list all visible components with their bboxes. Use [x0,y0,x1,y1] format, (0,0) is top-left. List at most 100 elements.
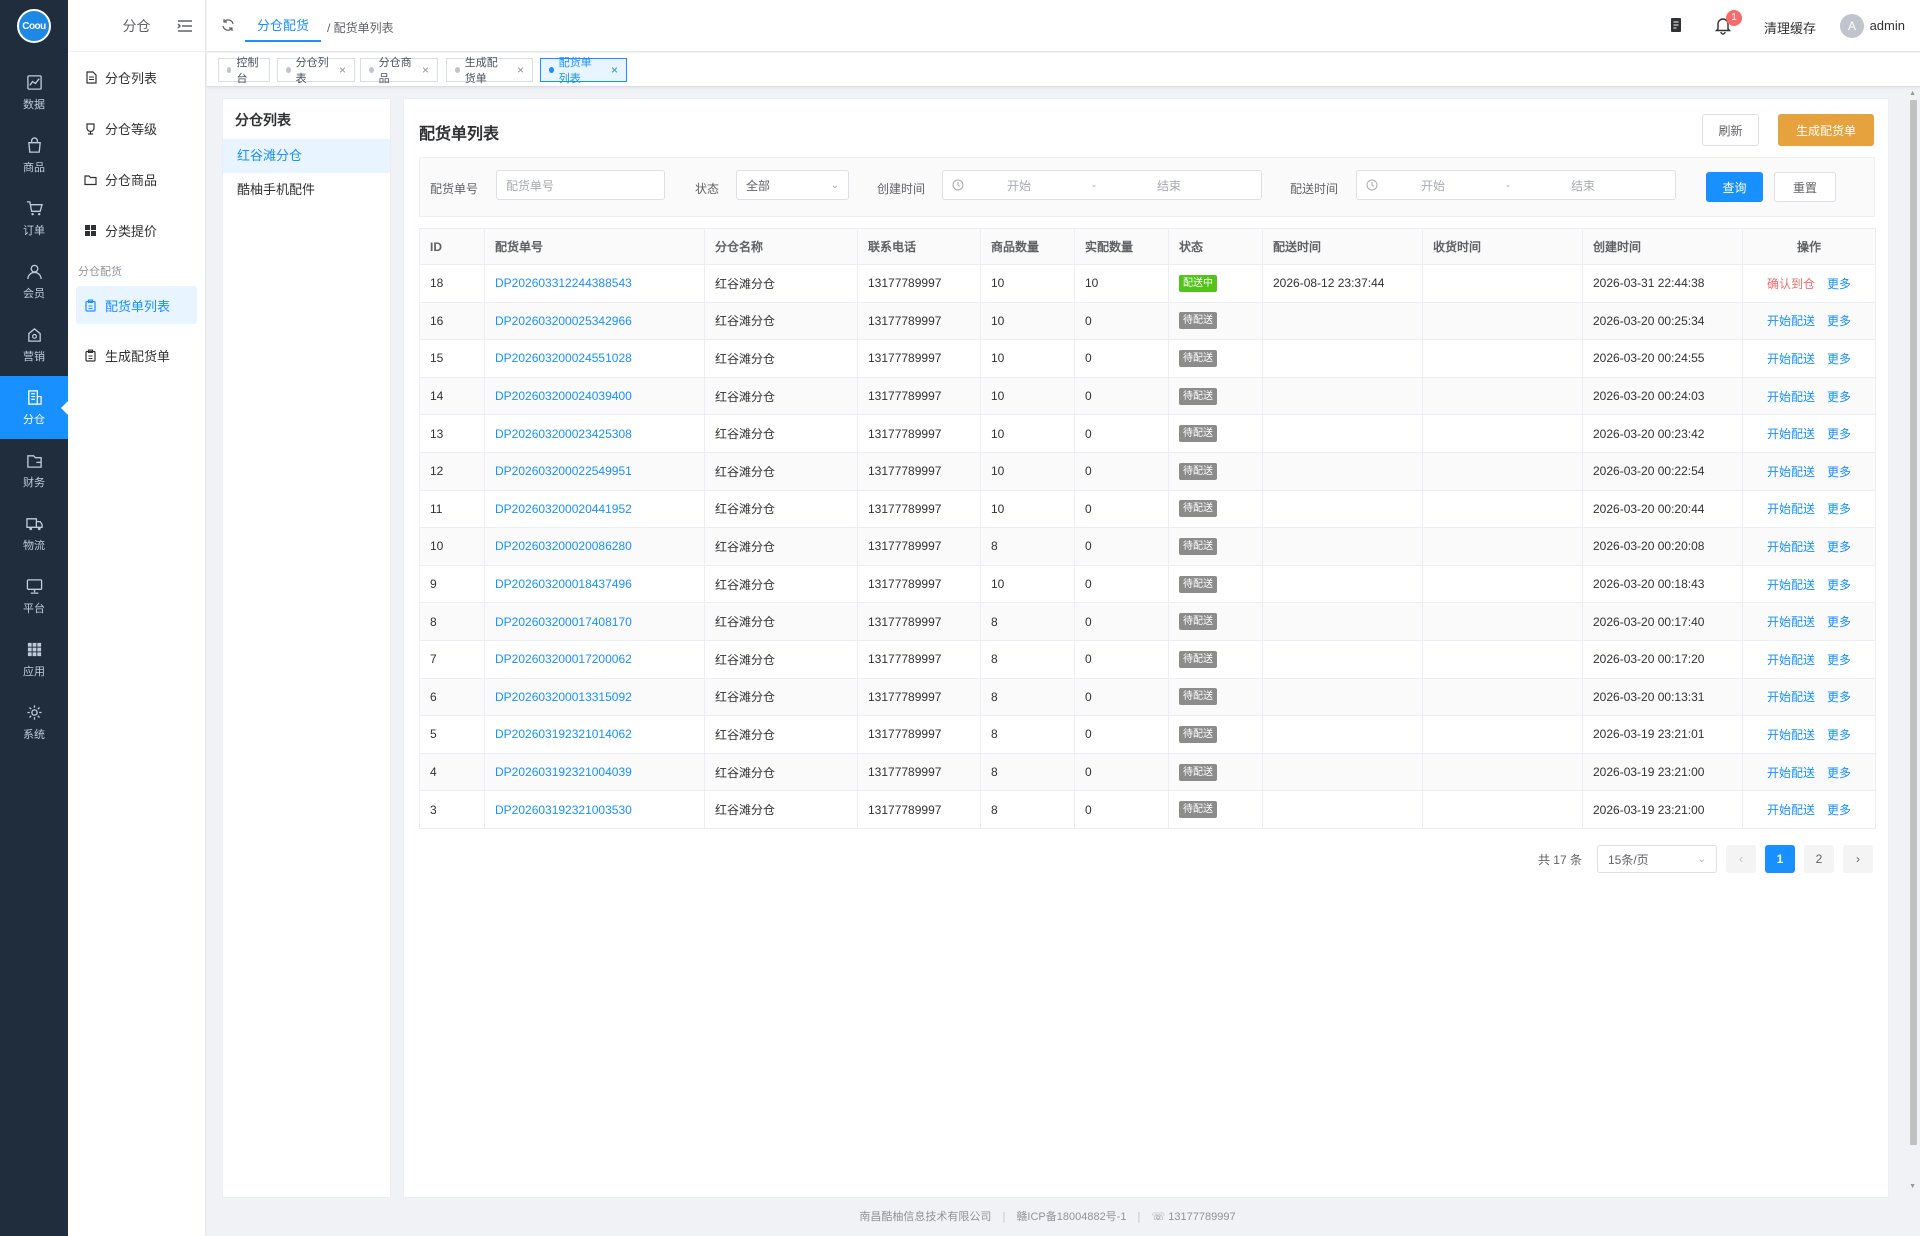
nav-rail-item-0[interactable]: 数据 [0,61,68,124]
more-link[interactable]: 更多 [1827,352,1851,366]
close-icon[interactable]: × [339,63,346,77]
order-code-link[interactable]: DP202603192321004039 [495,765,632,779]
row-action-link[interactable]: 开始配送 [1767,728,1815,742]
reset-button[interactable]: 重置 [1774,172,1836,202]
sub-nav-group-item-1[interactable]: 生成配货单 [68,330,205,381]
breadcrumb-parent[interactable]: 分仓配货 [245,0,322,42]
sub-nav-item-1[interactable]: 分仓等级 [68,103,205,154]
delivery-time-range[interactable]: 开始 - 结束 [1356,170,1676,200]
nav-rail-item-7[interactable]: 物流 [0,502,68,565]
more-link[interactable]: 更多 [1827,314,1851,328]
generate-order-button[interactable]: 生成配货单 [1778,114,1874,146]
next-page-button[interactable]: › [1843,845,1873,873]
page-button[interactable]: 1 [1765,845,1795,873]
row-action-link[interactable]: 开始配送 [1767,427,1815,441]
cell-warehouse: 红谷滩分仓 [704,301,858,341]
warehouse-item-0[interactable]: 红谷滩分仓 [223,139,390,173]
tab-item-4[interactable]: 配货单列表 × [540,57,627,85]
status-badge: 待配送 [1179,613,1217,631]
order-code-link[interactable]: DP202603200017200062 [495,652,632,666]
order-no-input[interactable]: 配货单号 [496,170,665,200]
more-link[interactable]: 更多 [1827,465,1851,479]
row-action-link[interactable]: 开始配送 [1767,690,1815,704]
more-link[interactable]: 更多 [1827,427,1851,441]
warehouse-item-1[interactable]: 酷柚手机配件 [223,173,390,207]
more-link[interactable]: 更多 [1827,390,1851,404]
row-action-link[interactable]: 开始配送 [1767,578,1815,592]
sub-nav-group-item-0[interactable]: 配货单列表 [76,286,197,324]
order-code-link[interactable]: DP202603312244388543 [495,276,632,290]
row-action-link[interactable]: 开始配送 [1767,653,1815,667]
row-action-link[interactable]: 开始配送 [1767,352,1815,366]
more-link[interactable]: 更多 [1827,502,1851,516]
more-link[interactable]: 更多 [1827,766,1851,780]
scrollbar-thumb[interactable] [1910,100,1917,1145]
sub-nav-item-0[interactable]: 分仓列表 [68,52,205,103]
brand-logo[interactable]: Coou [17,9,51,43]
row-action-link[interactable]: 开始配送 [1767,615,1815,629]
prev-page-button[interactable]: ‹ [1726,845,1756,873]
username[interactable]: admin [1870,18,1905,33]
nav-rail-item-4[interactable]: 营销 [0,313,68,376]
sub-nav-item-3[interactable]: 分类提价 [68,205,205,256]
order-code-link[interactable]: DP202603200022549951 [495,464,632,478]
nav-rail-item-9[interactable]: 应用 [0,628,68,691]
scroll-up-arrow[interactable]: ▲ [1909,90,1916,97]
more-link[interactable]: 更多 [1827,690,1851,704]
tab-item-2[interactable]: 分仓商品 × [360,57,438,85]
page-button[interactable]: 2 [1804,845,1834,873]
row-action-link[interactable]: 开始配送 [1767,766,1815,780]
nav-rail-item-1[interactable]: 商品 [0,124,68,187]
nav-rail-item-5[interactable]: 分仓 [0,376,68,439]
row-action-link[interactable]: 开始配送 [1767,502,1815,516]
order-code-link[interactable]: DP202603200018437496 [495,577,632,591]
order-code-link[interactable]: DP202603200013315092 [495,690,632,704]
order-code-link[interactable]: DP202603200023425308 [495,427,632,441]
row-action-link[interactable]: 开始配送 [1767,314,1815,328]
menu-collapse-icon[interactable] [175,16,195,36]
row-action-link[interactable]: 确认到仓 [1767,277,1815,291]
clear-cache-button[interactable]: 清理缓存 [1764,18,1816,37]
scroll-down-arrow[interactable]: ▼ [1909,1183,1916,1190]
row-action-link[interactable]: 开始配送 [1767,390,1815,404]
document-icon[interactable] [1667,16,1685,34]
nav-rail-item-10[interactable]: 系统 [0,691,68,754]
order-code-link[interactable]: DP202603200024551028 [495,351,632,365]
order-code-link[interactable]: DP202603200020086280 [495,539,632,553]
more-link[interactable]: 更多 [1827,277,1851,291]
status-select[interactable]: 全部 ⌄ [736,170,849,200]
row-action-link[interactable]: 开始配送 [1767,540,1815,554]
order-code-link[interactable]: DP202603200024039400 [495,389,632,403]
order-code-link[interactable]: DP202603200025342966 [495,314,632,328]
nav-rail-item-8[interactable]: 平台 [0,565,68,628]
tab-item-0[interactable]: 控制台 [218,57,270,85]
order-code-link[interactable]: DP202603200017408170 [495,615,632,629]
more-link[interactable]: 更多 [1827,653,1851,667]
row-action-link[interactable]: 开始配送 [1767,465,1815,479]
nav-rail-item-2[interactable]: 订单 [0,187,68,250]
row-action-link[interactable]: 开始配送 [1767,803,1815,817]
tab-item-1[interactable]: 分仓列表 × [277,57,355,85]
refresh-button[interactable]: 刷新 [1702,114,1759,146]
more-link[interactable]: 更多 [1827,540,1851,554]
page-size-select[interactable]: 15条/页 ⌄ [1597,845,1717,873]
close-icon[interactable]: × [517,63,524,77]
more-link[interactable]: 更多 [1827,578,1851,592]
query-button[interactable]: 查询 [1706,172,1763,202]
close-icon[interactable]: × [422,63,429,77]
nav-rail-item-3[interactable]: 会员 [0,250,68,313]
footer-icp[interactable]: 赣ICP备18004882号-1 [1016,1211,1126,1223]
more-link[interactable]: 更多 [1827,803,1851,817]
sub-nav-item-2[interactable]: 分仓商品 [68,154,205,205]
order-code-link[interactable]: DP202603192321003530 [495,803,632,817]
created-time-range[interactable]: 开始 - 结束 [942,170,1262,200]
tab-item-3[interactable]: 生成配货单 × [446,57,533,85]
nav-rail-item-6[interactable]: 财务 [0,439,68,502]
more-link[interactable]: 更多 [1827,615,1851,629]
avatar[interactable]: A [1840,14,1864,38]
close-icon[interactable]: × [611,63,618,77]
more-link[interactable]: 更多 [1827,728,1851,742]
order-code-link[interactable]: DP202603192321014062 [495,727,632,741]
order-code-link[interactable]: DP202603200020441952 [495,502,632,516]
refresh-icon[interactable] [221,18,235,32]
